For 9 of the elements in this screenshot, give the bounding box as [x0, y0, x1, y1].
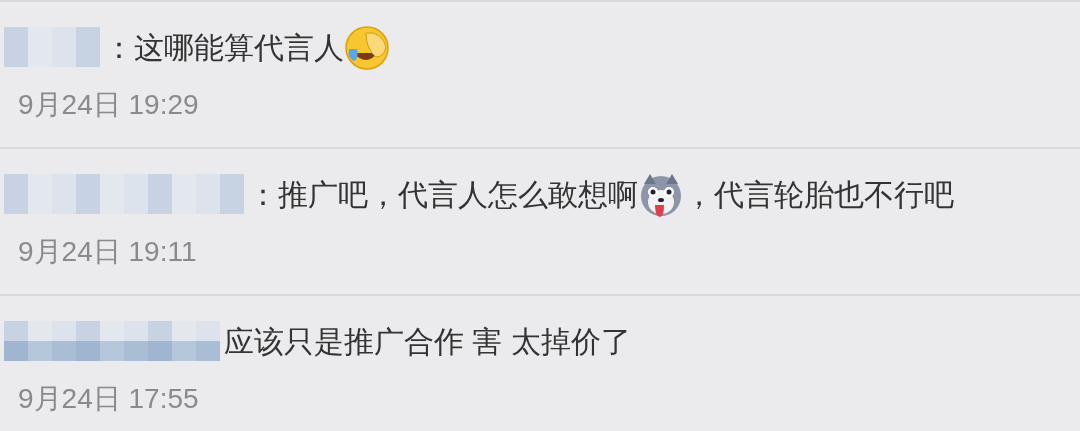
comment-time: 9月24日 19:29: [18, 89, 199, 120]
dog-face-icon: [638, 172, 684, 218]
comment-text: ：推广吧，代言人怎么敢想啊: [248, 177, 638, 213]
comment-text: ：这哪能算代言人: [104, 30, 344, 66]
comment-time: 9月24日 17:55: [18, 383, 199, 414]
laughing-face-icon: [344, 25, 390, 71]
comment-text: 应该只是推广合作 害 太掉价了: [224, 324, 631, 360]
comment-text: ，代言轮胎也不行吧: [684, 177, 954, 213]
comment-time: 9月24日 19:11: [18, 236, 197, 267]
